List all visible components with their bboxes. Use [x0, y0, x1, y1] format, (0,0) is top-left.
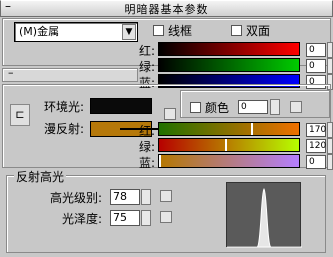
red-value-bottom[interactable]: 170: [306, 123, 326, 137]
specular-title: 反射高光: [14, 168, 67, 185]
red-label-bottom: 红:: [139, 124, 156, 138]
two-sided-checkbox[interactable]: [231, 25, 242, 36]
wireframe-checkbox[interactable]: [153, 25, 164, 36]
blue-label-bottom: 蓝:: [139, 156, 156, 170]
basic-params-header[interactable]: [2, 68, 138, 82]
blue-slider-handle[interactable]: [159, 155, 161, 167]
green-slider-top[interactable]: [158, 58, 300, 72]
blue-spinner-bottom[interactable]: [327, 154, 333, 170]
green-spinner-bottom[interactable]: [327, 138, 333, 154]
red-slider-top[interactable]: [158, 42, 300, 56]
glossiness-label: 光泽度:: [62, 212, 103, 226]
self-illum-map-button[interactable]: [290, 101, 302, 113]
diffuse-label: 漫反射:: [44, 122, 85, 136]
self-illum-spinner[interactable]: [270, 99, 280, 115]
red-spinner-top[interactable]: [327, 42, 333, 58]
self-illum-value[interactable]: 0: [238, 100, 268, 114]
blue-value-bottom[interactable]: 0: [306, 155, 326, 169]
red-value-top[interactable]: 0: [306, 43, 326, 57]
ambient-label: 环境光:: [44, 100, 85, 114]
red-label-top: 红:: [139, 44, 156, 58]
glossiness-spinner[interactable]: [141, 210, 151, 226]
red-slider-handle[interactable]: [251, 123, 253, 135]
spec-level-spinner[interactable]: [141, 189, 151, 205]
green-slider-handle[interactable]: [225, 139, 227, 151]
green-value-top[interactable]: 0: [306, 59, 326, 73]
glossiness-value[interactable]: 75: [110, 210, 140, 226]
spec-level-label: 高光级别:: [50, 191, 103, 205]
highlight-curve-graph: [226, 182, 302, 248]
collapse-icon[interactable]: –: [8, 66, 14, 79]
shader-dropdown[interactable]: (M)金属: [14, 22, 138, 42]
green-label-bottom: 绿:: [139, 140, 156, 154]
lock-ambient-button[interactable]: [164, 108, 176, 120]
panel-title: 明暗器基本参数: [124, 3, 209, 16]
red-spinner-bottom[interactable]: [327, 122, 333, 138]
green-spinner-top[interactable]: [327, 58, 333, 74]
self-illum-checkbox[interactable]: [190, 102, 201, 113]
lock-icon[interactable]: ⊏: [10, 104, 30, 126]
green-value-bottom[interactable]: 120: [306, 139, 326, 153]
wireframe-label: 线框: [168, 24, 193, 38]
self-illum-label: 颜色: [205, 101, 230, 115]
chevron-down-icon[interactable]: ▼: [122, 24, 136, 40]
highlight-curve-svg: [227, 188, 302, 248]
spec-level-map-button[interactable]: [160, 190, 172, 202]
two-sided-label: 双面: [246, 24, 271, 38]
glossiness-map-button[interactable]: [160, 211, 172, 223]
ambient-color-swatch[interactable]: [90, 98, 152, 114]
red-slider-bottom[interactable]: [158, 122, 300, 136]
spec-level-value[interactable]: 78: [110, 189, 140, 205]
blue-slider-bottom[interactable]: [158, 154, 300, 168]
green-slider-bottom[interactable]: [158, 138, 300, 152]
green-label-top: 绿:: [139, 60, 156, 74]
